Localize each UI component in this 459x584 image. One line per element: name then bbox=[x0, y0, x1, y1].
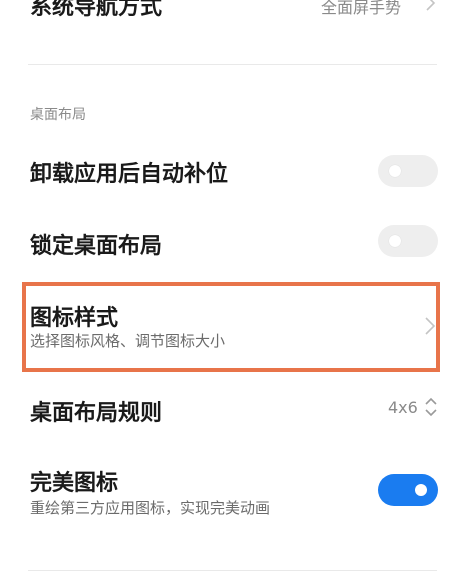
perfect-icon-subtitle: 重绘第三方应用图标，实现完美动画 bbox=[30, 499, 271, 517]
highlight-frame bbox=[22, 282, 440, 372]
section-header-desktop-layout: 桌面布局 bbox=[30, 107, 86, 123]
layout-rule-value[interactable]: 4x6 bbox=[388, 398, 418, 417]
perfect-icon-title: 完美图标 bbox=[30, 471, 119, 496]
toggle-knob bbox=[389, 235, 401, 247]
up-down-chevron-icon[interactable] bbox=[423, 396, 439, 418]
lock-layout-title: 锁定桌面布局 bbox=[30, 234, 163, 259]
layout-rule-title: 桌面布局规则 bbox=[30, 401, 163, 426]
navigation-mode-value[interactable]: 全面屏手势 bbox=[321, 0, 401, 18]
toggle-knob bbox=[389, 165, 401, 177]
auto-fill-title: 卸载应用后自动补位 bbox=[30, 162, 229, 187]
perfect-icon-toggle[interactable] bbox=[378, 474, 438, 506]
lock-layout-toggle[interactable] bbox=[378, 225, 438, 257]
divider bbox=[28, 570, 437, 571]
navigation-mode-title[interactable]: 系统导航方式 bbox=[30, 0, 162, 21]
toggle-knob bbox=[415, 484, 427, 496]
chevron-right-icon bbox=[426, 0, 436, 11]
auto-fill-toggle[interactable] bbox=[378, 155, 438, 187]
divider bbox=[28, 64, 437, 65]
